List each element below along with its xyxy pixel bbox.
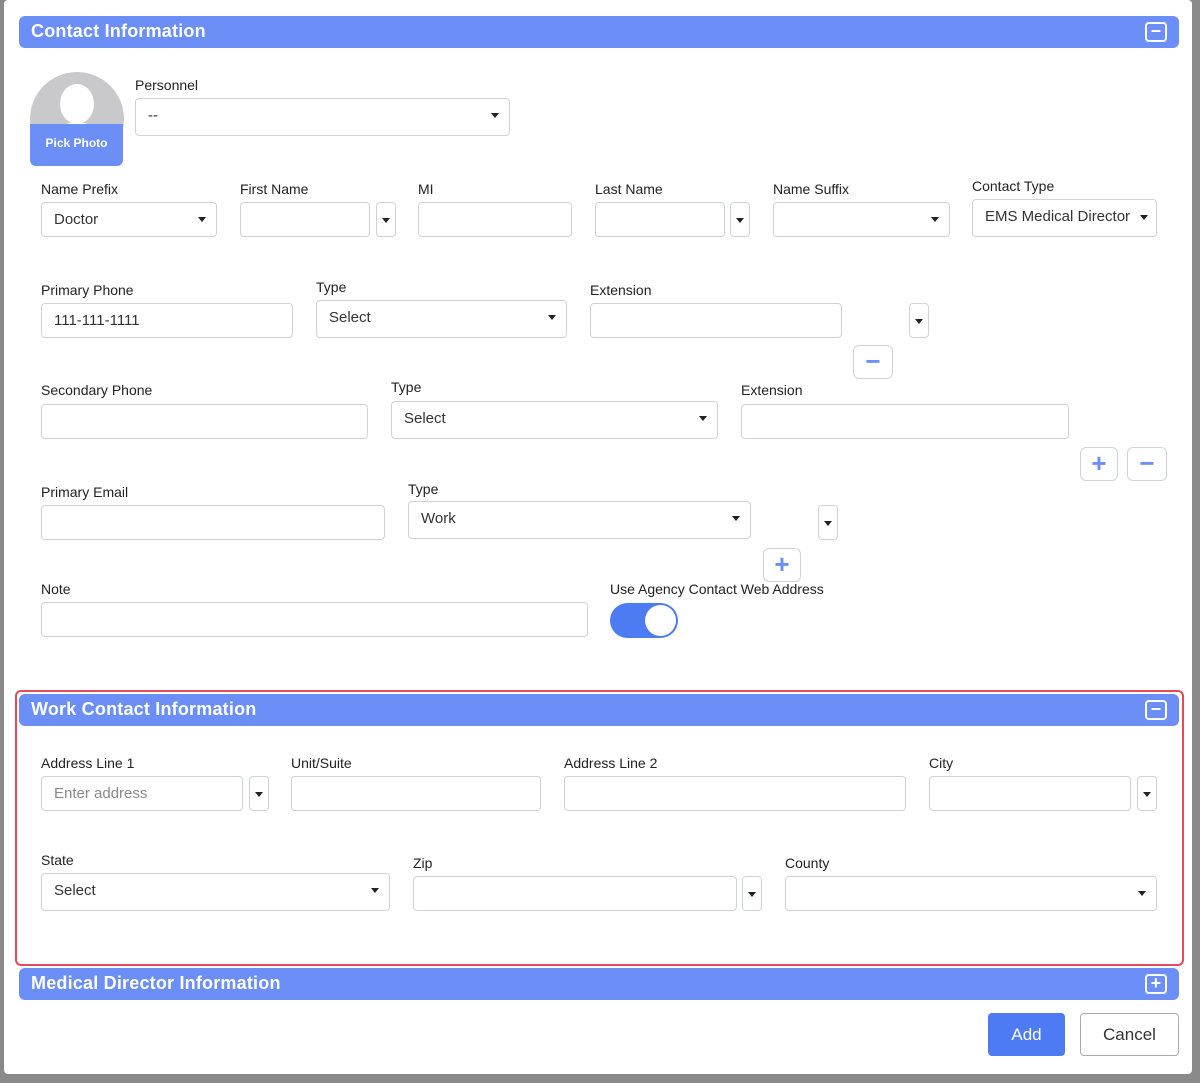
chevron-down-icon [699,416,707,421]
name-suffix-select[interactable] [773,202,950,237]
last-name-dropdown[interactable] [730,202,750,237]
county-label: County [785,855,830,871]
collapse-icon[interactable]: − [1145,700,1167,720]
personnel-select[interactable]: -- [135,98,510,136]
unit-label: Unit/Suite [291,755,352,771]
chevron-down-icon [748,892,756,897]
primary-phone-ext-input[interactable] [590,303,842,338]
contact-type-label: Contact Type [972,178,1055,194]
chevron-down-icon [548,315,556,320]
chevron-down-icon [198,217,206,222]
first-name-input[interactable] [240,202,370,237]
address2-label: Address Line 2 [564,755,658,771]
chevron-down-icon [1143,792,1151,797]
expand-icon[interactable]: + [1145,974,1167,994]
zip-dropdown[interactable] [742,876,762,911]
add-phone-button[interactable]: + [1080,447,1118,481]
chevron-down-icon [382,218,390,223]
secondary-phone-input[interactable] [41,404,368,439]
work-contact-title: Work Contact Information [31,699,257,719]
county-select[interactable] [785,876,1157,911]
chevron-down-icon [1140,215,1148,220]
primary-email-type-label: Type [408,481,439,497]
add-button[interactable]: Add [988,1013,1065,1056]
primary-phone-type-select[interactable]: Select [316,300,567,338]
remove-phone-button[interactable]: − [853,345,893,379]
primary-email-dropdown[interactable] [818,505,838,540]
name-suffix-label: Name Suffix [773,181,849,197]
secondary-phone-type-label: Type [391,379,422,395]
secondary-phone-ext-input[interactable] [741,404,1069,439]
city-dropdown[interactable] [1137,776,1157,811]
secondary-phone-type-select[interactable]: Select [391,401,718,439]
address1-label: Address Line 1 [41,755,135,771]
address1-dropdown[interactable] [249,776,269,811]
first-name-dropdown[interactable] [376,202,396,237]
mi-input[interactable] [418,202,572,237]
chevron-down-icon [371,888,379,893]
chevron-down-icon [1138,891,1146,896]
contact-info-header[interactable]: Contact Information − [19,16,1179,48]
note-label: Note [41,581,71,597]
state-label: State [41,852,74,868]
agency-web-toggle[interactable] [610,603,678,638]
primary-email-input[interactable] [41,505,385,540]
contact-info-title: Contact Information [31,21,206,41]
city-label: City [929,755,954,771]
collapse-icon[interactable]: − [1145,22,1167,42]
note-input[interactable] [41,602,588,637]
city-input[interactable] [929,776,1131,811]
cancel-button[interactable]: Cancel [1080,1013,1179,1056]
chevron-down-icon [915,319,923,324]
zip-label: Zip [413,855,433,871]
secondary-phone-label: Secondary Phone [41,382,153,398]
contact-type-select[interactable]: EMS Medical Director [972,199,1157,237]
pick-photo-button[interactable]: Pick Photo [30,124,123,166]
name-prefix-select[interactable]: Doctor [41,202,217,237]
primary-email-label: Primary Email [41,484,129,500]
agency-web-label: Use Agency Contact Web Address [610,581,824,597]
state-select[interactable]: Select [41,873,390,911]
mi-label: MI [418,181,434,197]
person-icon [60,84,94,124]
address2-input[interactable] [564,776,906,811]
first-name-label: First Name [240,181,309,197]
primary-phone-type-label: Type [316,279,347,295]
secondary-phone-ext-label: Extension [741,382,803,398]
zip-input[interactable] [413,876,737,911]
primary-phone-dropdown[interactable] [909,303,929,338]
chevron-down-icon [736,218,744,223]
chevron-down-icon [255,792,263,797]
last-name-input[interactable] [595,202,725,237]
primary-phone-label: Primary Phone [41,282,134,298]
last-name-label: Last Name [595,181,663,197]
chevron-down-icon [732,516,740,521]
primary-phone-input[interactable]: 111-111-1111 [41,303,293,338]
chevron-down-icon [491,113,499,118]
medical-director-title: Medical Director Information [31,973,281,993]
primary-phone-ext-label: Extension [590,282,652,298]
address1-input[interactable]: Enter address [41,776,243,811]
work-contact-highlight [15,690,1184,966]
chevron-down-icon [824,521,832,526]
add-email-button[interactable]: + [763,548,801,582]
name-prefix-label: Name Prefix [41,181,119,197]
primary-email-type-select[interactable]: Work [408,501,751,539]
remove-secondary-phone-button[interactable]: − [1127,447,1167,481]
chevron-down-icon [931,217,939,222]
personnel-label: Personnel [135,77,199,93]
medical-director-header[interactable]: Medical Director Information + [19,968,1179,1000]
work-contact-header[interactable]: Work Contact Information − [19,694,1179,726]
unit-input[interactable] [291,776,541,811]
